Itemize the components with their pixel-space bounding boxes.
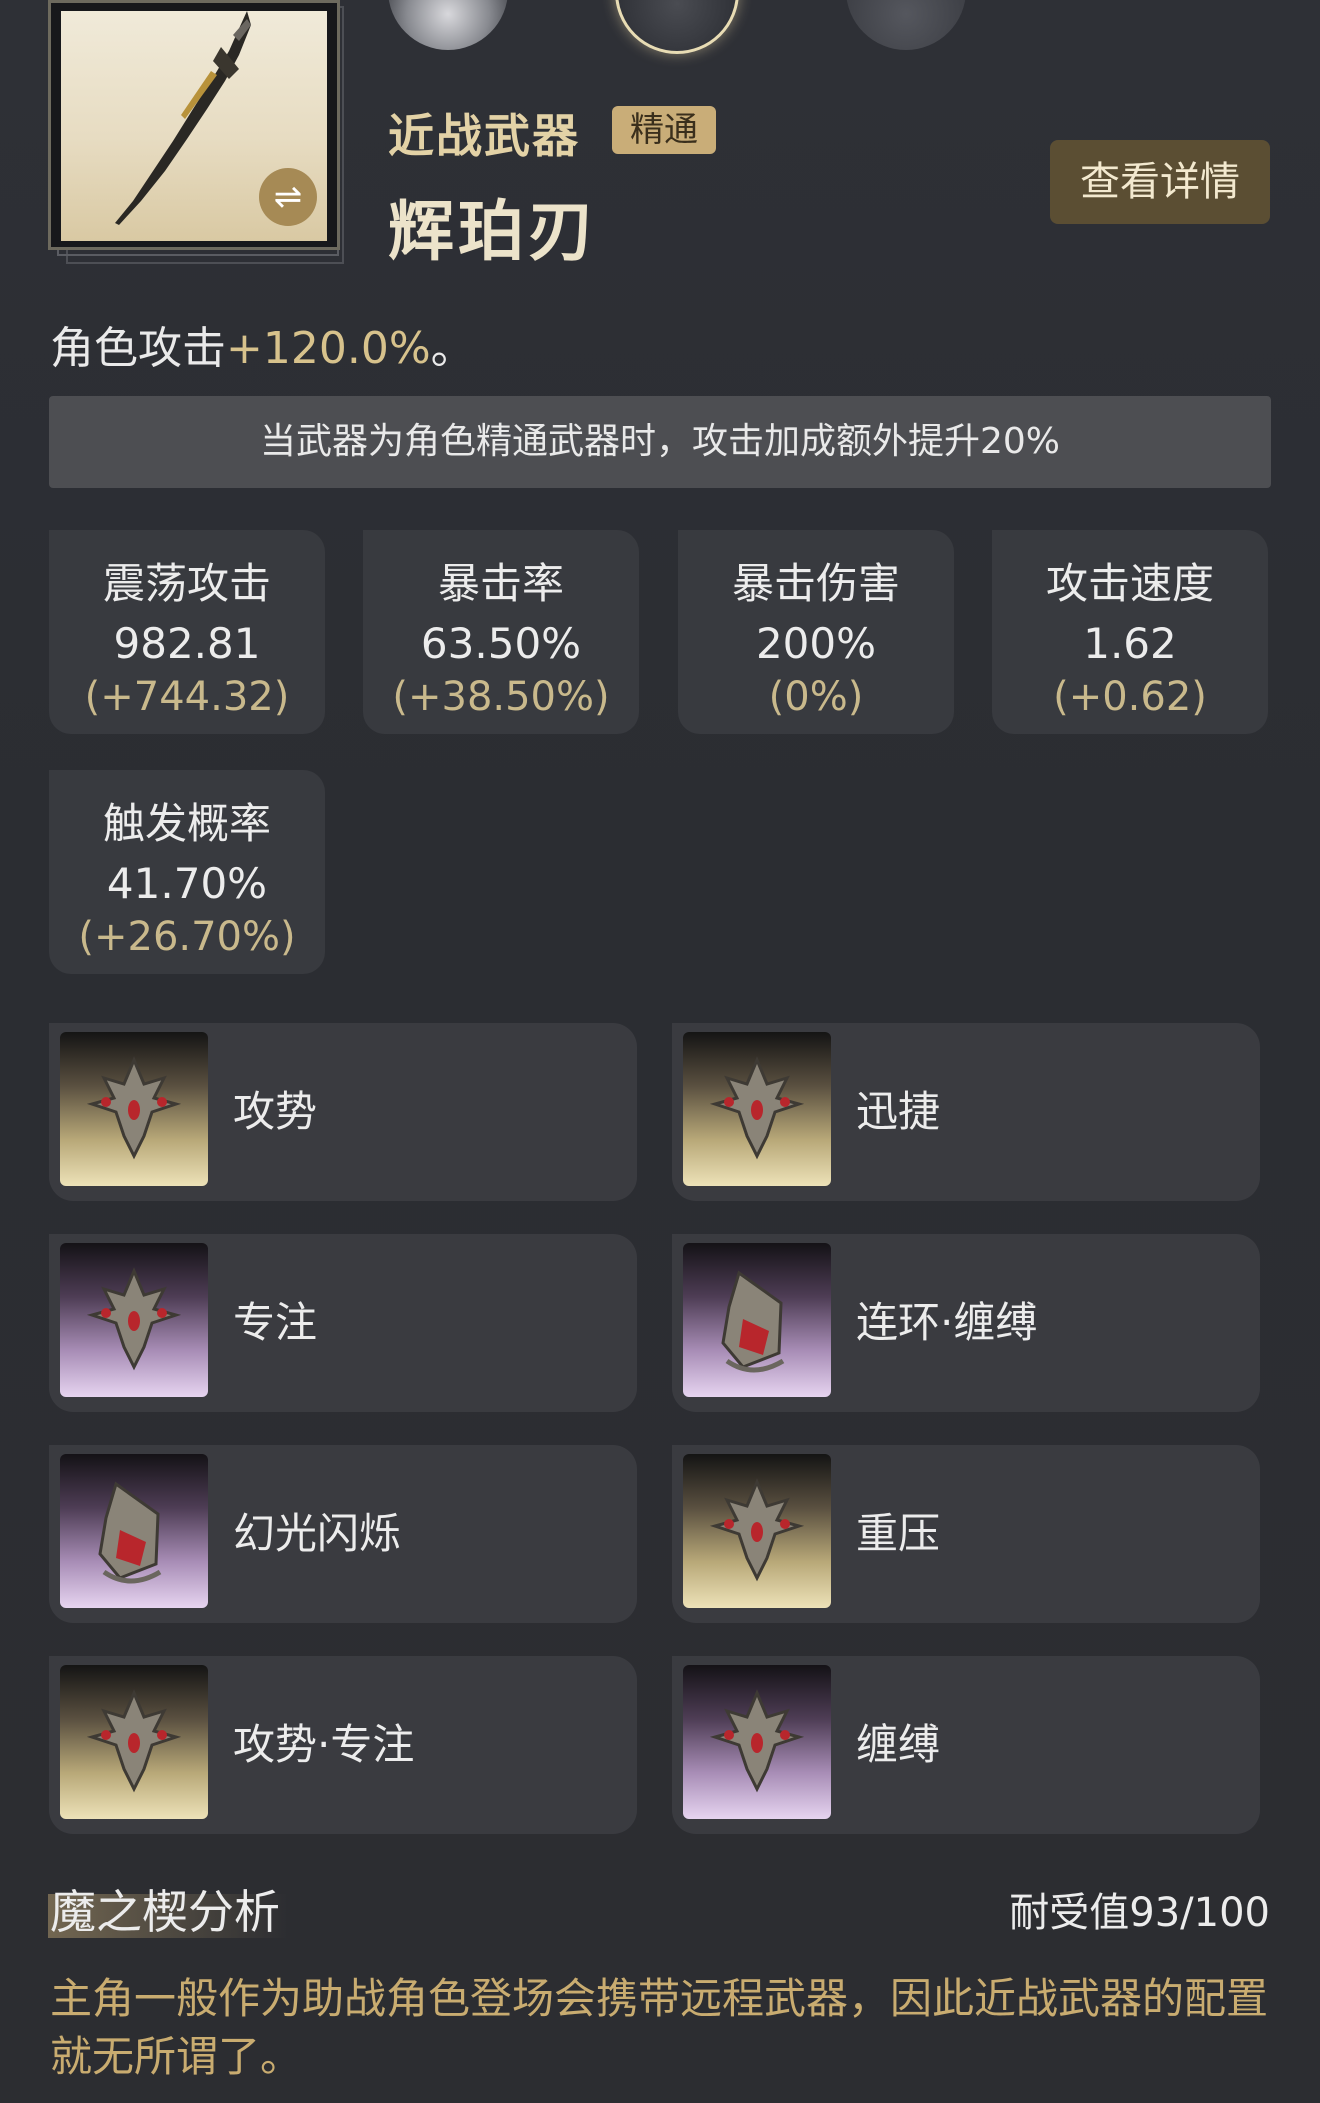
mod-name: 幻光闪烁 xyxy=(233,1509,402,1558)
character-avatar-1[interactable] xyxy=(388,0,508,50)
stat-value: 1.62 xyxy=(1083,619,1177,668)
character-avatar-3[interactable] xyxy=(846,0,966,50)
analysis-text: 主角一般作为助战角色登场会携带远程武器，因此近战武器的配置就无所谓了。 xyxy=(50,1974,1269,2081)
stat-delta: (+26.70%) xyxy=(78,914,296,960)
mod-card[interactable]: 连环·缠缚 xyxy=(672,1234,1260,1412)
demon-wedge-icon xyxy=(60,1243,208,1397)
attack-bonus-value: +120.0% xyxy=(226,323,431,374)
demon-wedge-icon xyxy=(683,1665,831,1819)
mod-card[interactable]: 攻势 xyxy=(49,1023,637,1201)
mod-card[interactable]: 重压 xyxy=(672,1445,1260,1623)
mod-name: 攻势 xyxy=(233,1087,318,1136)
weapon-type-label: 近战武器 xyxy=(388,109,580,163)
attack-bonus-suffix: 。 xyxy=(430,323,475,374)
stat-label: 触发概率 xyxy=(102,799,271,848)
mod-name: 连环·缠缚 xyxy=(856,1298,1038,1347)
stat-delta: (+38.50%) xyxy=(392,674,610,720)
tolerance-value: 耐受值93/100 xyxy=(1009,1890,1270,1936)
stat-label: 震荡攻击 xyxy=(102,559,271,608)
stat-value: 41.70% xyxy=(106,859,268,908)
stat-value: 982.81 xyxy=(113,619,261,668)
stat-value: 200% xyxy=(755,619,877,668)
stat-card: 暴击伤害 200% (0%) xyxy=(678,530,954,734)
demon-wedge-icon xyxy=(683,1032,831,1186)
stat-label: 暴击伤害 xyxy=(731,559,900,608)
analysis-title: 魔之楔分析 xyxy=(48,1876,288,1942)
mod-name: 迅捷 xyxy=(856,1087,941,1136)
mastery-note: 当武器为角色精通武器时，攻击加成额外提升20% xyxy=(49,396,1271,488)
demon-wedge-icon xyxy=(683,1454,831,1608)
chain-mask-icon xyxy=(683,1243,831,1397)
attack-bonus-line: 角色攻击+120.0%。 xyxy=(50,312,475,376)
stat-value: 63.50% xyxy=(420,619,582,668)
stat-label: 暴击率 xyxy=(437,559,564,608)
character-avatar-selected[interactable] xyxy=(615,0,739,54)
mod-name: 专注 xyxy=(233,1298,318,1347)
attack-bonus-prefix: 角色攻击 xyxy=(50,323,226,374)
stat-delta: (+744.32) xyxy=(84,674,290,720)
mod-name: 重压 xyxy=(856,1509,941,1558)
mod-card[interactable]: 幻光闪烁 xyxy=(49,1445,637,1623)
stat-card: 触发概率 41.70% (+26.70%) xyxy=(49,770,325,974)
mod-name: 缠缚 xyxy=(856,1720,941,1769)
stat-label: 攻击速度 xyxy=(1045,559,1214,608)
stat-delta: (0%) xyxy=(768,674,864,720)
chain-mask-icon xyxy=(60,1454,208,1608)
mod-name: 攻势·专注 xyxy=(233,1720,415,1769)
mastery-badge: 精通 xyxy=(612,106,716,154)
mod-card[interactable]: 攻势·专注 xyxy=(49,1656,637,1834)
mod-card[interactable]: 专注 xyxy=(49,1234,637,1412)
weapon-card[interactable]: ⇌ xyxy=(48,0,346,264)
mod-card[interactable]: 迅捷 xyxy=(672,1023,1260,1201)
view-details-button[interactable]: 查看详情 xyxy=(1050,140,1270,224)
demon-wedge-icon xyxy=(60,1032,208,1186)
stat-delta: (+0.62) xyxy=(1053,674,1207,720)
mod-card[interactable]: 缠缚 xyxy=(672,1656,1260,1834)
stat-card: 攻击速度 1.62 (+0.62) xyxy=(992,530,1268,734)
stat-card: 震荡攻击 982.81 (+744.32) xyxy=(49,530,325,734)
stat-card: 暴击率 63.50% (+38.50%) xyxy=(363,530,639,734)
demon-wedge-icon xyxy=(60,1665,208,1819)
weapon-name: 辉珀刃 xyxy=(388,193,598,270)
swap-weapon-button[interactable]: ⇌ xyxy=(259,168,317,226)
weapon-frame: ⇌ xyxy=(48,0,340,250)
